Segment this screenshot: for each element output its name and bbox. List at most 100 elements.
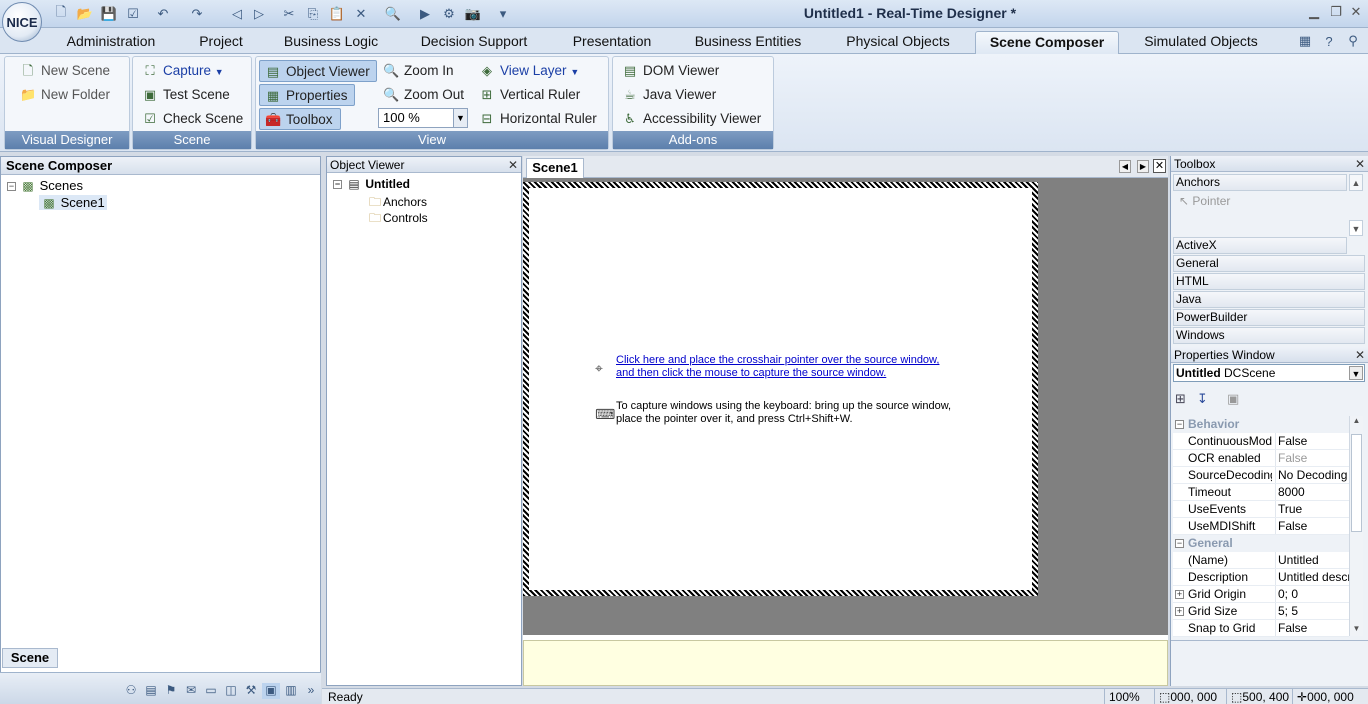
redo-icon[interactable]: ↷ — [188, 5, 206, 23]
app-logo-button[interactable]: NICE — [2, 2, 42, 42]
test-scene-button[interactable]: ▣ Test Scene — [137, 84, 230, 106]
zoom-select[interactable]: 100 % ▼ — [378, 108, 468, 128]
open-folder-icon[interactable]: 📂 — [76, 5, 94, 23]
toolbox-section-anchors[interactable]: Anchors — [1173, 174, 1347, 191]
check-icon[interactable]: ☑ — [124, 5, 142, 23]
prop-row[interactable]: ContinuousMode False — [1173, 433, 1349, 450]
tab-project[interactable]: Project — [190, 31, 252, 54]
prop-row[interactable]: (Name) Untitled — [1173, 552, 1349, 569]
dropdown-arrow-icon[interactable]: ▼ — [453, 109, 467, 127]
tab-business-entities[interactable]: Business Entities — [686, 31, 810, 54]
run-icon[interactable]: ▶ — [416, 5, 434, 23]
java-viewer-button[interactable]: ☕ Java Viewer — [617, 84, 716, 106]
tab-physical-objects[interactable]: Physical Objects — [836, 31, 960, 54]
cube-icon[interactable]: ◫ — [222, 683, 240, 699]
cut-icon[interactable]: ✂ — [280, 5, 298, 23]
scroll-down-icon[interactable]: ▼ — [1350, 624, 1363, 633]
capture-link-line2[interactable]: and then click the mouse to capture the … — [616, 367, 886, 380]
prop-value[interactable]: False — [1275, 620, 1349, 636]
scroll-up-icon[interactable]: ▲ — [1350, 416, 1363, 425]
prop-row[interactable]: + Grid Size 5; 5 — [1173, 603, 1349, 620]
toolbox-section-powerbuilder[interactable]: PowerBuilder — [1173, 309, 1365, 326]
tab-scene1[interactable]: Scene1 — [526, 158, 584, 178]
vertical-ruler-button[interactable]: ⊞ Vertical Ruler — [474, 84, 581, 106]
tab-administration[interactable]: Administration — [56, 31, 166, 54]
category-general[interactable]: − General — [1173, 535, 1349, 552]
expand-icon[interactable]: + — [1175, 607, 1184, 616]
new-scene-button[interactable]: 🗋 New Scene — [15, 60, 110, 82]
collapse-icon[interactable]: − — [7, 182, 16, 192]
tools-icon[interactable]: ⚒ — [242, 683, 260, 699]
customize-dropdown-icon[interactable]: ▾ — [494, 5, 512, 23]
capture-link-line1[interactable]: Click here and place the crosshair point… — [616, 354, 939, 367]
tree-item-controls[interactable]: 🗀 Controls — [367, 209, 428, 230]
tab-scene[interactable]: Scene — [2, 648, 58, 668]
accessibility-viewer-button[interactable]: ♿ Accessibility Viewer — [617, 108, 761, 130]
tab-business-logic[interactable]: Business Logic — [276, 31, 386, 54]
close-icon[interactable]: ✕ — [508, 157, 518, 173]
properties-button[interactable]: ▦ Properties — [259, 84, 355, 106]
sort-alpha-icon[interactable]: ↧ — [1197, 391, 1208, 407]
check-scene-button[interactable]: ☑ Check Scene — [137, 108, 243, 130]
layers-icon[interactable]: ▥ — [282, 683, 300, 699]
dom-viewer-button[interactable]: ▤ DOM Viewer — [617, 60, 719, 82]
prop-row[interactable]: SourceDecoding No Decoding — [1173, 467, 1349, 484]
tab-presentation[interactable]: Presentation — [562, 31, 662, 54]
delete-icon[interactable]: ✕ — [352, 5, 370, 23]
collapse-icon[interactable]: − — [1175, 539, 1184, 548]
scroll-left-icon[interactable]: ◀ — [1119, 160, 1131, 173]
object-viewer-button[interactable]: ▤ Object Viewer — [259, 60, 377, 82]
new-folder-button[interactable]: 📁 New Folder — [15, 84, 110, 106]
toolbox-section-html[interactable]: HTML — [1173, 273, 1365, 290]
find-icon[interactable]: 🔍 — [384, 5, 402, 23]
prop-value[interactable]: False — [1275, 433, 1349, 449]
camera-icon[interactable]: 📷 — [464, 5, 482, 23]
categorized-icon[interactable]: ⊞ — [1175, 391, 1186, 407]
monitor-icon[interactable]: ▭ — [202, 683, 220, 699]
view-layer-button[interactable]: ◈ View Layer ▼ — [474, 60, 579, 82]
tree-item-scenes[interactable]: − ▩ Scenes — [7, 178, 83, 193]
tree-item-scene1[interactable]: ▩ Scene1 — [39, 195, 107, 210]
toolbox-item-pointer[interactable]: ↖ Pointer — [1179, 194, 1230, 208]
prop-row[interactable]: Snap to Grid False — [1173, 620, 1349, 637]
pin-icon[interactable]: ⚲ — [1344, 32, 1362, 50]
toolbox-section-windows[interactable]: Windows — [1173, 327, 1365, 344]
toolbox-section-general[interactable]: General — [1173, 255, 1365, 272]
copy-icon[interactable]: ⎘ — [304, 5, 322, 23]
scroll-down-icon[interactable]: ▼ — [1349, 220, 1363, 236]
toolbox-section-activex[interactable]: ActiveX — [1173, 237, 1347, 254]
scene-view-icon[interactable]: ▣ — [262, 683, 280, 699]
prop-value[interactable]: No Decoding — [1275, 467, 1349, 483]
tab-simulated-objects[interactable]: Simulated Objects — [1134, 31, 1268, 54]
scrollbar-thumb[interactable] — [1351, 434, 1362, 532]
prop-row[interactable]: OCR enabled False — [1173, 450, 1349, 467]
back-icon[interactable]: ◁ — [228, 5, 246, 23]
hierarchy-icon[interactable]: ⚇ — [122, 683, 140, 699]
zoom-in-button[interactable]: 🔍 Zoom In — [378, 60, 454, 82]
help-icon[interactable]: ? — [1320, 32, 1338, 50]
restore-button[interactable]: ❐ — [1326, 4, 1346, 22]
minimize-button[interactable]: ▁ — [1304, 4, 1324, 22]
toolbox-button[interactable]: 🧰 Toolbox — [259, 108, 341, 130]
toolbox-section-java[interactable]: Java — [1173, 291, 1365, 308]
tree-item-untitled[interactable]: − ▤ Untitled — [333, 177, 410, 191]
prop-row[interactable]: UseMDIShift False — [1173, 518, 1349, 535]
paste-icon[interactable]: 📋 — [328, 5, 346, 23]
category-behavior[interactable]: − Behavior — [1173, 416, 1349, 433]
build-icon[interactable]: ⚙ — [440, 5, 458, 23]
close-icon[interactable]: ✕ — [1355, 347, 1365, 363]
new-file-icon[interactable]: 🗋 — [52, 4, 70, 23]
tab-decision-support[interactable]: Decision Support — [410, 31, 538, 54]
prop-value[interactable]: False — [1275, 450, 1349, 466]
flag-icon[interactable]: ⚑ — [162, 683, 180, 699]
prop-value[interactable]: False — [1275, 518, 1349, 534]
forward-icon[interactable]: ▷ — [250, 5, 268, 23]
prop-value[interactable]: Untitled description — [1275, 569, 1349, 585]
layout-icon[interactable]: ▦ — [1296, 32, 1314, 50]
close-button[interactable]: ✕ — [1346, 4, 1366, 22]
save-icon[interactable]: 💾 — [100, 5, 118, 23]
prop-value[interactable]: 5; 5 — [1275, 603, 1349, 619]
prop-value[interactable]: 0; 0 — [1275, 586, 1349, 602]
scroll-up-icon[interactable]: ▲ — [1349, 174, 1363, 191]
properties-scrollbar[interactable]: ▲ ▼ — [1349, 416, 1363, 636]
